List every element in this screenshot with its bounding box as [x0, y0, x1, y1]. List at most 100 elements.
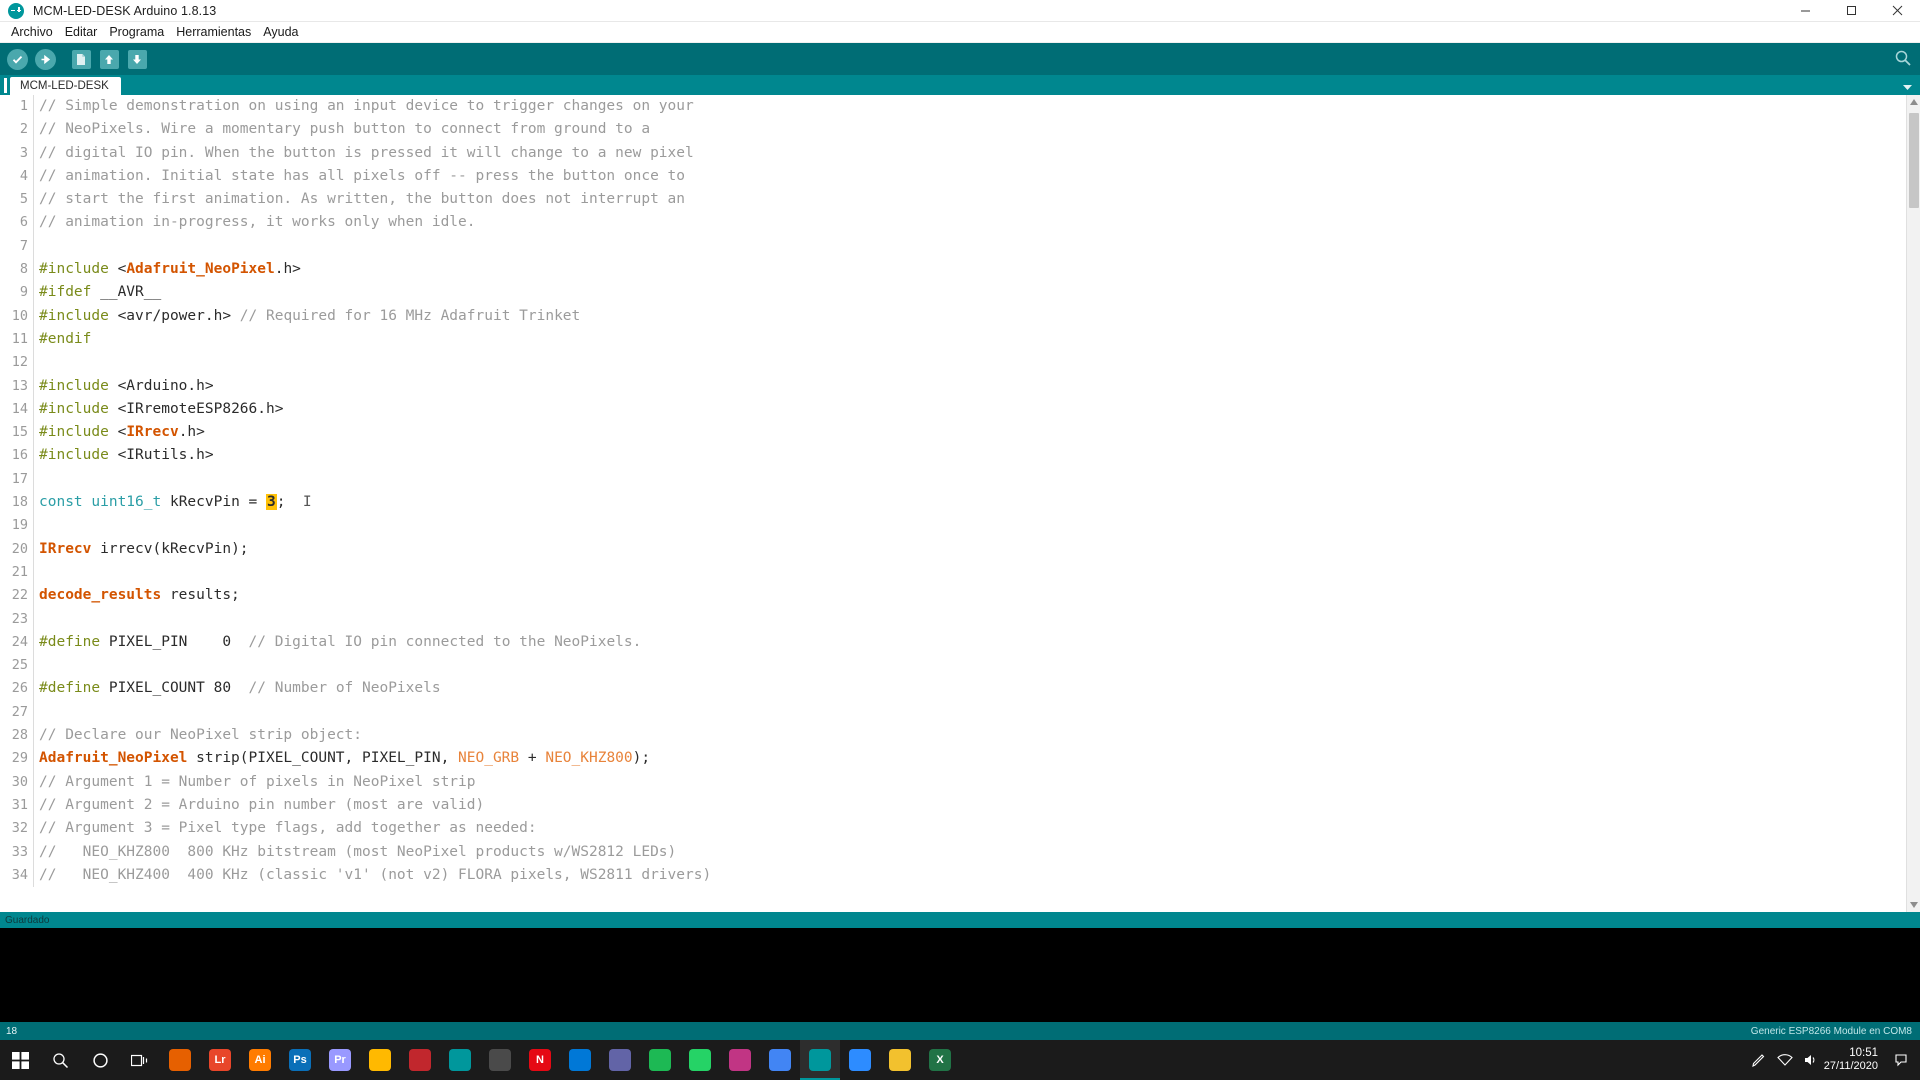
code-line[interactable]: 22 decode_results results; [0, 584, 1906, 608]
network-icon[interactable] [1772, 1040, 1798, 1080]
taskbar-fritzing[interactable] [400, 1040, 440, 1080]
code-token: #endif [39, 330, 92, 347]
gutter-divider [33, 700, 34, 725]
code-line[interactable]: 2 // NeoPixels. Wire a momentary push but… [0, 118, 1906, 142]
code-line[interactable]: 30 // Argument 1 = Number of pixels in Ne… [0, 770, 1906, 794]
code-line[interactable]: 18 const uint16_t kRecvPin = 3; I [0, 491, 1906, 515]
code-line-text: // Declare our NeoPixel strip object: [39, 724, 362, 747]
code-token: #ifdef [39, 284, 101, 301]
taskbar-teams[interactable] [600, 1040, 640, 1080]
code-line[interactable]: 26 #define PIXEL_COUNT 80 // Number of Ne… [0, 677, 1906, 701]
taskbar-notes[interactable] [880, 1040, 920, 1080]
start-button[interactable] [0, 1040, 40, 1080]
code-line[interactable]: 19 [0, 514, 1906, 538]
code-token: 3 [266, 494, 277, 511]
code-line[interactable]: 9 #ifdef __AVR__ [0, 281, 1906, 305]
code-line[interactable]: 31 // Argument 2 = Arduino pin number (mo… [0, 793, 1906, 818]
code-line[interactable]: 10 #include <avr/power.h> // Required for… [0, 304, 1906, 328]
code-line[interactable]: 6 // animation in-progress, it works only… [0, 211, 1906, 235]
taskbar-firefox[interactable] [160, 1040, 200, 1080]
taskbar-file-explorer[interactable] [360, 1040, 400, 1080]
taskbar-premiere[interactable]: Pr [320, 1040, 360, 1080]
taskbar-store[interactable] [480, 1040, 520, 1080]
code-line[interactable]: 3 // digital IO pin. When the button is p… [0, 141, 1906, 165]
taskbar-mail[interactable] [560, 1040, 600, 1080]
code-line[interactable]: 5 // start the first animation. As writte… [0, 188, 1906, 212]
code-line[interactable]: 15 #include <IRrecv.h> [0, 421, 1906, 445]
taskbar-excel[interactable]: X [920, 1040, 960, 1080]
open-button[interactable] [96, 46, 122, 72]
code-token: const [39, 494, 92, 511]
code-line[interactable]: 8 #include <Adafruit_NeoPixel.h> [0, 258, 1906, 282]
taskbar-spotify[interactable] [640, 1040, 680, 1080]
code-line[interactable]: 25 [0, 654, 1906, 678]
taskbar-instagram[interactable] [720, 1040, 760, 1080]
code-line[interactable]: 13 #include <Arduino.h> [0, 374, 1906, 398]
gutter-divider [33, 747, 34, 771]
tab-mcm-led-desk[interactable]: MCM-LED-DESK [10, 77, 121, 95]
minimize-button[interactable] [1782, 0, 1828, 22]
menu-item-archivo[interactable]: Archivo [5, 24, 59, 40]
volume-icon[interactable] [1798, 1040, 1824, 1080]
code-line[interactable]: 23 [0, 607, 1906, 631]
menu-item-editar[interactable]: Editar [59, 24, 104, 40]
close-button[interactable] [1874, 0, 1920, 22]
taskbar-illustrator-icon: Ai [249, 1049, 271, 1071]
code-line[interactable]: 33 // NEO_KHZ800 800 KHz bitstream (most … [0, 840, 1906, 864]
code-editor[interactable]: 1 // Simple demonstration on using an inp… [0, 95, 1906, 912]
scrollbar-thumb[interactable] [1909, 113, 1919, 208]
pen-icon[interactable] [1746, 1040, 1772, 1080]
save-button[interactable] [124, 46, 150, 72]
menu-item-herramientas[interactable]: Herramientas [170, 24, 257, 40]
serial-monitor-button[interactable] [1894, 49, 1912, 72]
gutter-divider [33, 793, 34, 818]
gutter-divider [33, 234, 34, 259]
code-line[interactable]: 20 IRrecv irrecv(kRecvPin); [0, 537, 1906, 561]
taskbar-lightroom[interactable]: Lr [200, 1040, 240, 1080]
verify-button[interactable] [4, 46, 30, 72]
line-number: 10 [11, 307, 28, 324]
code-token: kRecvPin = [161, 494, 266, 511]
code-line[interactable]: 27 [0, 700, 1906, 725]
code-line[interactable]: 7 [0, 234, 1906, 259]
code-line[interactable]: 29 Adafruit_NeoPixel strip(PIXEL_COUNT, P… [0, 747, 1906, 771]
cortana-button[interactable] [80, 1040, 120, 1080]
maximize-button[interactable] [1828, 0, 1874, 22]
taskbar-arduino-web[interactable] [440, 1040, 480, 1080]
taskbar-zoom[interactable] [840, 1040, 880, 1080]
notification-icon[interactable] [1888, 1040, 1914, 1080]
console-output[interactable] [0, 928, 1920, 1022]
code-line[interactable]: 11 #endif [0, 327, 1906, 352]
taskbar-whatsapp[interactable] [680, 1040, 720, 1080]
code-line[interactable]: 16 #include <IRutils.h> [0, 444, 1906, 468]
taskbar-chrome[interactable] [760, 1040, 800, 1080]
taskbar-clock[interactable]: 10:51 27/11/2020 [1824, 1047, 1888, 1073]
scroll-up-icon[interactable] [1907, 95, 1920, 109]
code-line[interactable]: 24 #define PIXEL_PIN 0 // Digital IO pin … [0, 630, 1906, 655]
taskbar-netflix[interactable]: N [520, 1040, 560, 1080]
scroll-down-icon[interactable] [1907, 898, 1920, 912]
code-line[interactable]: 14 #include <IRremoteESP8266.h> [0, 397, 1906, 422]
search-button[interactable] [40, 1040, 80, 1080]
code-line[interactable]: 17 [0, 467, 1906, 492]
code-line[interactable]: 12 [0, 351, 1906, 375]
code-line[interactable]: 1 // Simple demonstration on using an inp… [0, 95, 1906, 119]
taskbar-excel-icon: X [929, 1049, 951, 1071]
code-line[interactable]: 32 // Argument 3 = Pixel type flags, add … [0, 817, 1906, 841]
menu-item-programa[interactable]: Programa [103, 24, 170, 40]
taskbar-arduino-ide[interactable] [800, 1040, 840, 1080]
code-line[interactable]: 21 [0, 560, 1906, 585]
upload-button[interactable] [32, 46, 58, 72]
gutter-divider [33, 817, 34, 841]
code-line[interactable]: 28 // Declare our NeoPixel strip object: [0, 724, 1906, 748]
taskbar-photoshop[interactable]: Ps [280, 1040, 320, 1080]
code-token: // animation. Initial state has all pixe… [39, 167, 686, 184]
task-view-button[interactable] [120, 1040, 160, 1080]
code-line[interactable]: 34 // NEO_KHZ400 400 KHz (classic 'v1' (n… [0, 863, 1906, 888]
taskbar-illustrator[interactable]: Ai [240, 1040, 280, 1080]
new-button[interactable] [68, 46, 94, 72]
line-number: 30 [11, 773, 28, 790]
menu-item-ayuda[interactable]: Ayuda [257, 24, 304, 40]
code-line[interactable]: 4 // animation. Initial state has all pix… [0, 164, 1906, 189]
editor-vertical-scrollbar[interactable] [1906, 95, 1920, 912]
